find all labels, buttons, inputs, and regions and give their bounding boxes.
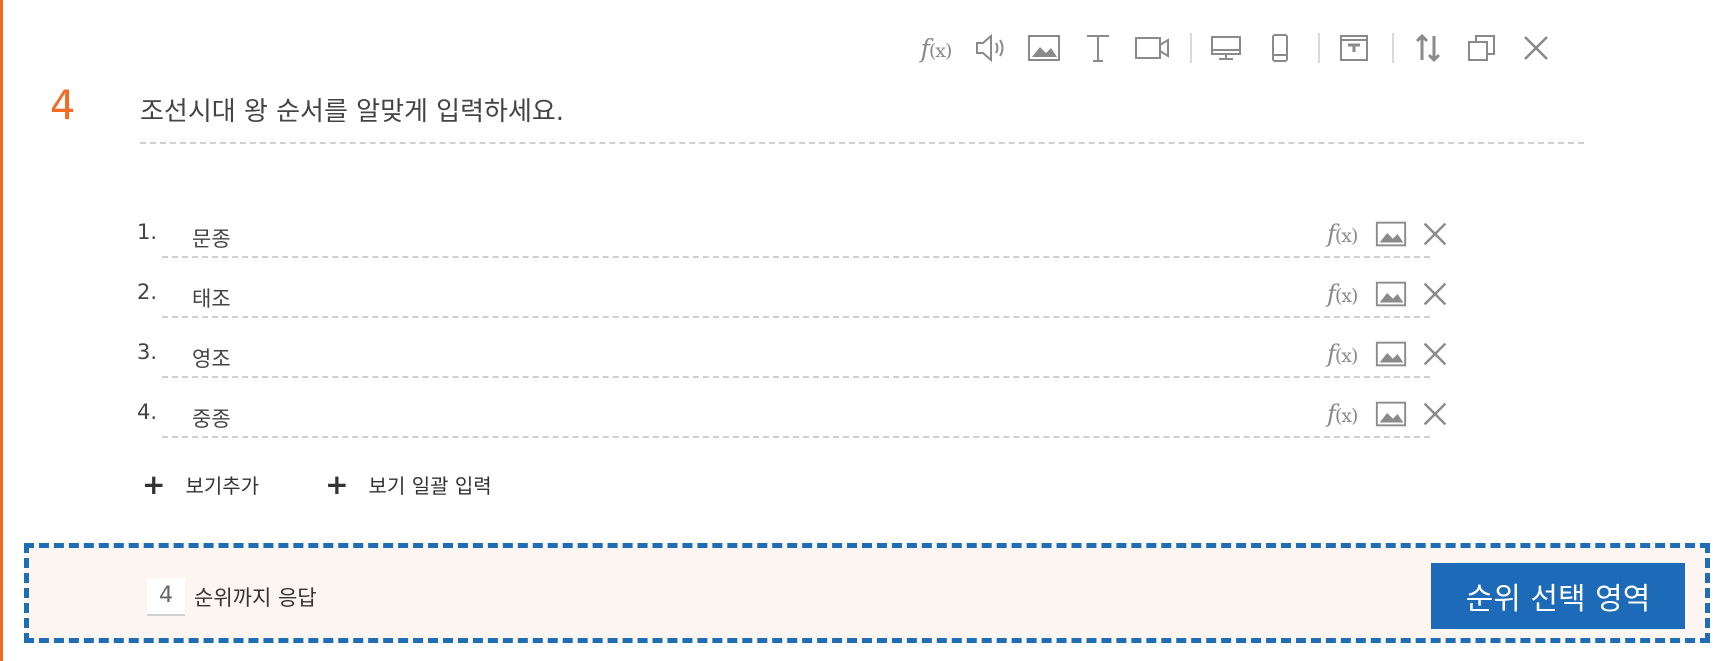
option-delete-button[interactable] (1415, 274, 1455, 314)
bulk-input-label: 보기 일괄 입력 (368, 474, 492, 498)
option-text: 중종 (192, 407, 231, 431)
image-icon (1376, 401, 1407, 427)
add-option-button[interactable]: + 보기추가 (142, 470, 259, 499)
audio-button[interactable] (970, 28, 1010, 68)
bulk-input-button[interactable]: + 보기 일괄 입력 (325, 470, 492, 499)
rank-area-badge: 순위 선택 영역 (1431, 563, 1685, 629)
speaker-icon (976, 33, 1004, 63)
formula-icon[interactable]: f(x) (1327, 340, 1358, 368)
option-row: 3. 영조 f(x) (137, 338, 1457, 378)
question-number: 4 (50, 83, 76, 129)
video-icon (1135, 37, 1169, 59)
formula-icon[interactable]: f(x) (1327, 280, 1358, 308)
formula-icon[interactable]: f(x) (1327, 400, 1358, 428)
rank-count-label: 순위까지 응답 (194, 586, 317, 610)
option-image-button[interactable] (1371, 394, 1411, 434)
option-tools: f(x) (1327, 214, 1459, 254)
close-icon (1424, 402, 1447, 426)
option-input[interactable]: 중종 (162, 398, 1430, 438)
image-icon (1376, 341, 1407, 367)
option-input[interactable]: 영조 (162, 338, 1430, 378)
option-delete-button[interactable] (1415, 214, 1455, 254)
rank-count-input[interactable]: 4 (147, 578, 185, 616)
image-icon (1376, 221, 1407, 247)
close-icon (1524, 36, 1548, 60)
formula-icon[interactable]: f(x) (1327, 220, 1358, 248)
add-links: + 보기추가 + 보기 일괄 입력 (142, 470, 558, 499)
text-button[interactable] (1078, 28, 1118, 68)
question-toolbar: f(x) (916, 28, 1570, 68)
toolbar-divider (1392, 33, 1394, 63)
formula-icon: f(x) (920, 33, 953, 63)
reorder-button[interactable] (1408, 28, 1448, 68)
sort-arrows-icon (1415, 33, 1441, 63)
close-icon (1424, 222, 1447, 246)
video-button[interactable] (1132, 28, 1172, 68)
image-icon (1028, 35, 1060, 61)
option-image-button[interactable] (1371, 214, 1411, 254)
copy-icon (1468, 35, 1495, 61)
option-index: 1. (137, 220, 158, 244)
option-delete-button[interactable] (1415, 394, 1455, 434)
option-tools: f(x) (1327, 394, 1459, 434)
toolbar-divider (1190, 33, 1192, 63)
option-row: 4. 중종 f(x) (137, 398, 1457, 438)
image-icon (1376, 281, 1407, 307)
option-row: 2. 태조 f(x) (137, 278, 1457, 318)
text-icon (1087, 35, 1109, 62)
option-row: 1. 문종 f(x) (137, 218, 1457, 258)
mobile-icon (1272, 34, 1288, 62)
desktop-view-button[interactable] (1206, 28, 1246, 68)
option-index: 2. (137, 280, 158, 304)
delete-question-button[interactable] (1516, 28, 1556, 68)
image-button[interactable] (1024, 28, 1064, 68)
option-tools: f(x) (1327, 274, 1459, 314)
option-image-button[interactable] (1371, 274, 1411, 314)
option-index: 3. (137, 340, 158, 364)
page-break-icon (1340, 35, 1368, 61)
plus-icon: + (325, 467, 349, 501)
option-input[interactable]: 태조 (162, 278, 1430, 318)
plus-icon: + (142, 467, 166, 501)
close-icon (1424, 282, 1447, 306)
option-image-button[interactable] (1371, 334, 1411, 374)
option-index: 4. (137, 400, 158, 424)
option-text: 문종 (192, 227, 231, 251)
option-text: 영조 (192, 347, 231, 371)
monitor-icon (1211, 36, 1241, 60)
mobile-view-button[interactable] (1260, 28, 1300, 68)
toolbar-divider (1318, 33, 1320, 63)
copy-button[interactable] (1462, 28, 1502, 68)
question-title-input[interactable]: 조선시대 왕 순서를 알맞게 입력하세요. (140, 92, 1584, 144)
option-delete-button[interactable] (1415, 334, 1455, 374)
close-icon (1424, 342, 1447, 366)
left-accent-bar (0, 0, 3, 661)
page-break-button[interactable] (1334, 28, 1374, 68)
rank-selection-area: 4 순위까지 응답 순위 선택 영역 (24, 543, 1710, 643)
option-text: 태조 (192, 287, 231, 311)
add-option-label: 보기추가 (185, 474, 260, 498)
formula-button[interactable]: f(x) (916, 28, 956, 68)
option-tools: f(x) (1327, 334, 1459, 374)
option-input[interactable]: 문종 (162, 218, 1430, 258)
